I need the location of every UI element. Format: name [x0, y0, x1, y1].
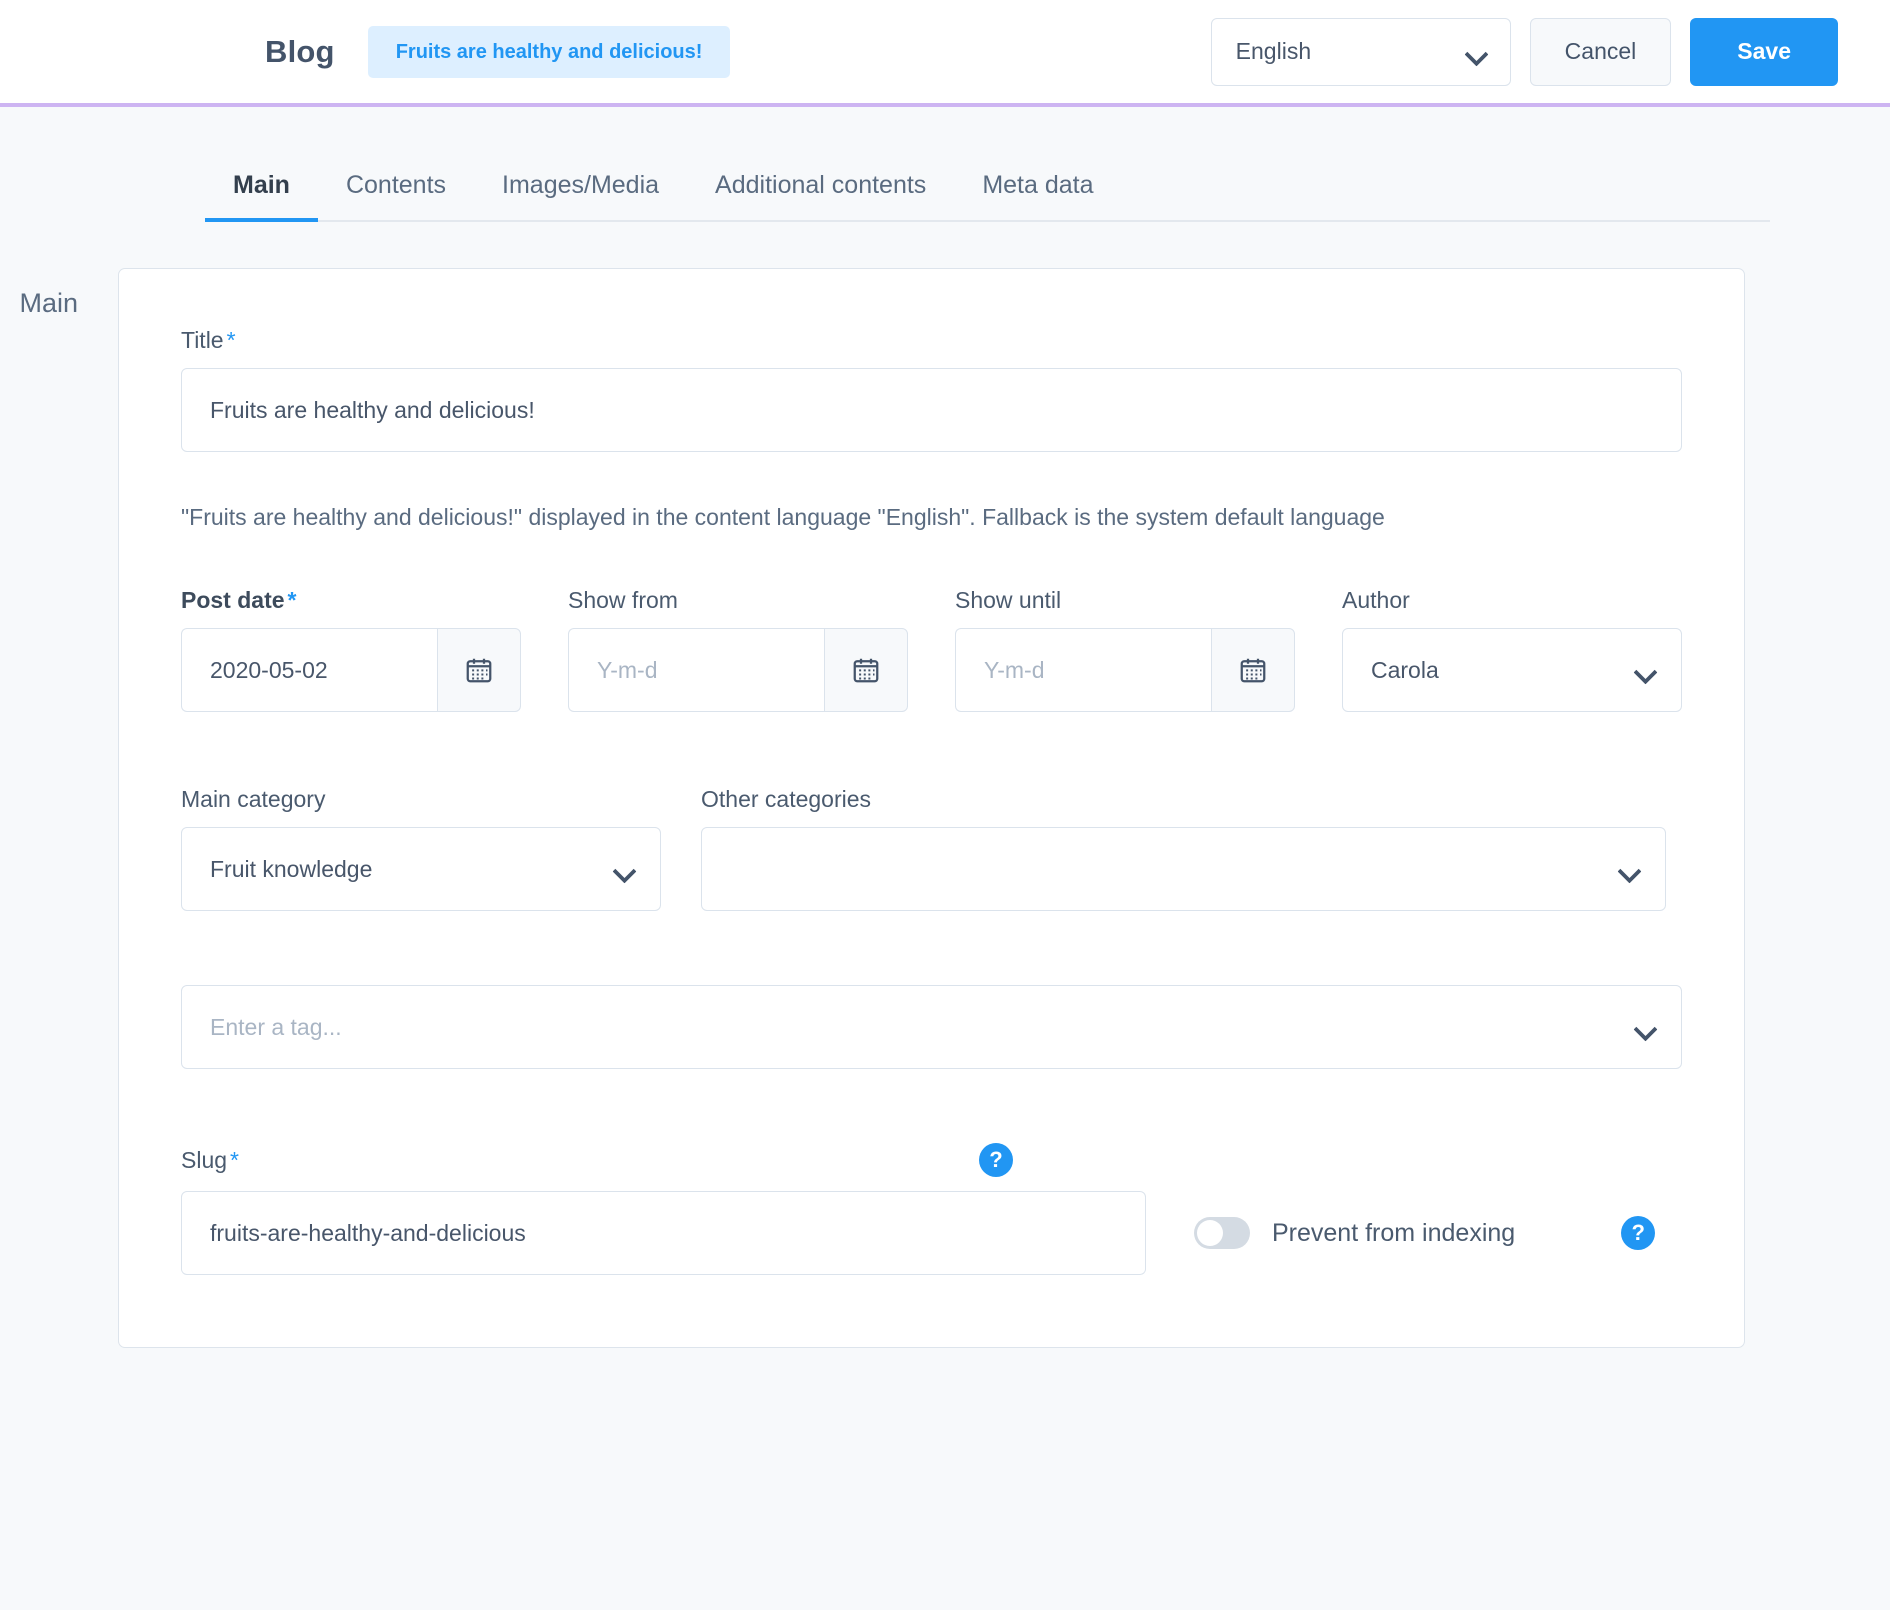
tab-main[interactable]: Main	[205, 161, 318, 222]
tabs-container: Main Contents Images/Media Additional co…	[205, 107, 1770, 222]
calendar-icon	[1240, 658, 1266, 683]
author-select-value: Carola	[1371, 656, 1439, 683]
tags-field: Enter a tag...	[181, 985, 1682, 1069]
categories-row: Main category Fruit knowledge Other cate…	[181, 786, 1682, 911]
tab-meta-data[interactable]: Meta data	[954, 161, 1121, 220]
chevron-down-icon	[1636, 1021, 1655, 1032]
slug-row: fruits-are-healthy-and-delicious Prevent…	[181, 1191, 1682, 1275]
page-title: Blog	[265, 33, 335, 69]
chevron-down-icon	[1636, 664, 1655, 675]
slug-help-icon[interactable]: ?	[979, 1143, 1013, 1177]
title-helper-text: "Fruits are healthy and delicious!" disp…	[181, 504, 1385, 530]
slug-label-text: Slug	[181, 1146, 228, 1173]
dates-row: Post date * 2020-05-02 Show from Y-m-d S…	[181, 587, 1682, 712]
required-marker: *	[230, 1146, 239, 1173]
other-categories-select[interactable]	[701, 827, 1666, 911]
chevron-down-icon	[615, 863, 634, 874]
main-category-label: Main category	[181, 786, 326, 812]
show-until-group: Y-m-d	[955, 628, 1295, 712]
required-marker: *	[287, 587, 297, 613]
prevent-indexing-toggle[interactable]	[1194, 1217, 1250, 1249]
post-date-field: Post date * 2020-05-02	[181, 587, 521, 712]
calendar-icon	[853, 658, 879, 683]
show-from-group: Y-m-d	[568, 628, 908, 712]
post-date-value: 2020-05-02	[210, 656, 328, 683]
slug-input-value: fruits-are-healthy-and-delicious	[210, 1219, 526, 1246]
save-button[interactable]: Save	[1690, 17, 1838, 86]
main-category-field: Main category Fruit knowledge	[181, 786, 661, 911]
language-select[interactable]: English	[1210, 17, 1511, 86]
slug-input-wrap: fruits-are-healthy-and-delicious	[181, 1191, 1146, 1275]
tab-contents[interactable]: Contents	[318, 161, 474, 220]
entity-name-chip[interactable]: Fruits are healthy and delicious!	[367, 25, 731, 78]
prevent-indexing-help-icon[interactable]: ?	[1621, 1216, 1656, 1250]
title-label: Title *	[181, 327, 1682, 354]
toolbar-actions: English Cancel Save	[1210, 17, 1838, 86]
post-date-calendar-button[interactable]	[437, 628, 521, 712]
show-until-calendar-button[interactable]	[1211, 628, 1295, 712]
prevent-indexing-label: Prevent from indexing	[1272, 1218, 1516, 1247]
tag-input[interactable]: Enter a tag...	[181, 985, 1682, 1069]
main-form-card: Title * Fruits are healthy and delicious!…	[118, 268, 1745, 1348]
tag-input-placeholder: Enter a tag...	[210, 1013, 342, 1040]
show-from-input[interactable]: Y-m-d	[568, 628, 824, 712]
title-input-value: Fruits are healthy and delicious!	[210, 396, 535, 423]
post-date-label: Post date *	[181, 587, 521, 614]
chevron-down-icon	[1467, 46, 1486, 57]
slug-field: Slug * ? fruits-are-healthy-and-delicious…	[181, 1143, 1682, 1275]
show-until-label: Show until	[955, 587, 1062, 613]
show-from-calendar-button[interactable]	[824, 628, 908, 712]
post-date-label-text: Post date	[181, 587, 285, 613]
show-until-field: Show until Y-m-d	[955, 587, 1295, 712]
show-from-label: Show from	[568, 587, 678, 613]
title-input[interactable]: Fruits are healthy and delicious!	[181, 368, 1682, 452]
section-label-main: Main	[19, 288, 78, 318]
main-content: Main Title * Fruits are healthy and delic…	[0, 268, 1890, 1348]
cancel-button[interactable]: Cancel	[1529, 17, 1672, 86]
tab-list: Main Contents Images/Media Additional co…	[205, 161, 1770, 222]
author-field: Author Carola	[1342, 587, 1682, 712]
language-select-value: English	[1235, 38, 1312, 64]
show-from-field: Show from Y-m-d	[568, 587, 908, 712]
chevron-down-icon	[1620, 863, 1639, 874]
slug-label-row: Slug * ?	[181, 1143, 1682, 1177]
author-select[interactable]: Carola	[1342, 628, 1682, 712]
other-categories-field: Other categories	[701, 786, 1666, 911]
top-toolbar: Blog Fruits are healthy and delicious! E…	[0, 0, 1890, 107]
post-date-input[interactable]: 2020-05-02	[181, 628, 437, 712]
slug-label: Slug *	[181, 1147, 239, 1174]
title-label-text: Title	[181, 327, 224, 353]
main-category-value: Fruit knowledge	[210, 855, 373, 882]
show-until-input[interactable]: Y-m-d	[955, 628, 1211, 712]
post-date-group: 2020-05-02	[181, 628, 521, 712]
prevent-indexing-group: Prevent from indexing ?	[1194, 1216, 1682, 1250]
other-categories-label: Other categories	[701, 786, 872, 812]
author-label: Author	[1342, 587, 1410, 613]
toggle-knob	[1197, 1220, 1223, 1246]
required-marker: *	[226, 327, 236, 353]
main-category-select[interactable]: Fruit knowledge	[181, 827, 661, 911]
calendar-icon	[466, 658, 492, 683]
slug-input[interactable]: fruits-are-healthy-and-delicious	[181, 1191, 1146, 1275]
tab-images-media[interactable]: Images/Media	[474, 161, 687, 220]
tab-additional-contents[interactable]: Additional contents	[687, 161, 954, 220]
